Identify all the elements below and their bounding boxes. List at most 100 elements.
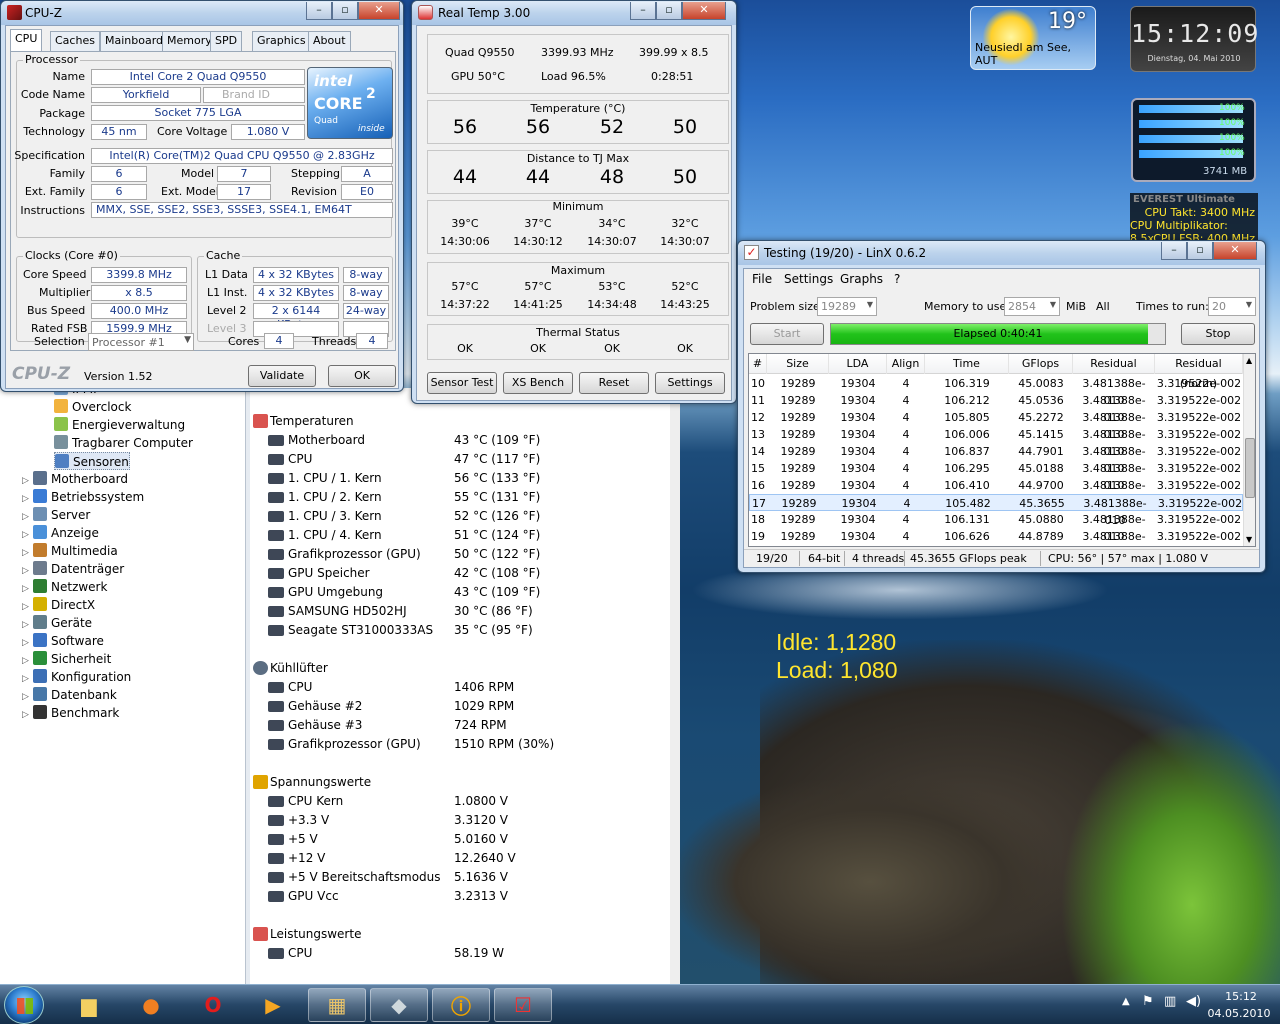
tab-mainboard[interactable]: Mainboard: [100, 31, 169, 51]
scroll-thumb[interactable]: [1245, 438, 1255, 498]
maximize-button[interactable]: ▫: [1187, 242, 1213, 260]
sensor-row[interactable]: 1. CPU / 2. Kern 55 °C (131 °F): [250, 488, 670, 507]
tree-item-multimedia[interactable]: ▷ Multimedia: [22, 542, 118, 560]
table-row[interactable]: 12 19289 19304 4 105.805 45.2272 3.481388e-010…: [749, 409, 1243, 441]
sensor-row[interactable]: CPU 1406 RPM: [250, 678, 670, 697]
tree-item-sensoren[interactable]: Sensoren: [54, 452, 130, 470]
ok-button[interactable]: OK: [328, 365, 396, 387]
tray-arrow-icon[interactable]: ▲: [1122, 996, 1130, 1007]
table-row[interactable]: 17 19289 19304 4 105.482 45.3655 3.481388e-010…: [749, 494, 1243, 527]
tree-item-konfiguration[interactable]: ▷ Konfiguration: [22, 668, 131, 686]
tree-item-overclock[interactable]: Overclock: [54, 398, 131, 416]
linx-titlebar[interactable]: ✓ Testing (19/20) - LinX 0.6.2 – ▫ ✕: [738, 241, 1265, 265]
start-orb[interactable]: [4, 986, 44, 1024]
problem-size-combo[interactable]: 19289 ▼: [817, 297, 877, 316]
tree-item-datenbank[interactable]: ▷ Datenbank: [22, 686, 117, 704]
times-to-run-combo[interactable]: 20 ▼: [1208, 297, 1256, 316]
settings-button[interactable]: Settings: [655, 372, 725, 394]
table-row[interactable]: 11 19289 19304 4 106.212 45.0536 3.481388e-010…: [749, 392, 1243, 424]
minimize-button[interactable]: –: [306, 2, 332, 20]
xs-bench-button[interactable]: XS Bench: [503, 372, 573, 394]
cpu-meter-gadget[interactable]: 100% 100% 100% 100% 3741 MB: [1131, 98, 1256, 182]
tray-time[interactable]: 15:12: [1212, 990, 1270, 1003]
tree-item-ger-te[interactable]: ▷ Geräte: [22, 614, 92, 632]
realtemp-titlebar[interactable]: Real Temp 3.00 – ▫ ✕: [412, 1, 736, 25]
everest-scrollbar[interactable]: [670, 388, 680, 984]
tree-item-motherboard[interactable]: ▷ Motherboard: [22, 470, 128, 488]
expand-arrow-icon[interactable]: ▷: [22, 706, 30, 724]
sensor-row[interactable]: CPU Kern 1.0800 V: [250, 792, 670, 811]
column-header[interactable]: Size: [767, 354, 829, 374]
tab-spd[interactable]: SPD: [210, 31, 243, 51]
taskbar-info[interactable]: ⓘ: [432, 988, 490, 1022]
stop-button[interactable]: Stop: [1181, 323, 1255, 345]
column-header[interactable]: LDA: [829, 354, 887, 374]
tree-item-datentr-ger[interactable]: ▷ Datenträger: [22, 560, 124, 578]
validate-button[interactable]: Validate: [248, 365, 316, 387]
sensor-row[interactable]: Grafikprozessor (GPU) 1510 RPM (30%): [250, 735, 670, 754]
weather-gadget[interactable]: 19° Neusiedl am See, AUT: [970, 6, 1096, 70]
column-header[interactable]: GFlops: [1009, 354, 1073, 374]
sensor-row[interactable]: 1. CPU / 4. Kern 51 °C (124 °F): [250, 526, 670, 545]
tree-item-directx[interactable]: ▷ DirectX: [22, 596, 95, 614]
maximize-button[interactable]: ▫: [332, 2, 358, 20]
column-header[interactable]: Align: [887, 354, 925, 374]
memory-combo[interactable]: 2854 ▼: [1004, 297, 1060, 316]
sensor-row[interactable]: Gehäuse #2 1029 RPM: [250, 697, 670, 716]
maximize-button[interactable]: ▫: [656, 2, 682, 20]
sensor-row[interactable]: CPU 58.19 W: [250, 944, 670, 963]
table-row[interactable]: 19 19289 19304 4 106.626 44.8789 3.481388e-010…: [749, 528, 1243, 545]
start-button[interactable]: Start: [750, 323, 824, 345]
table-row[interactable]: 13 19289 19304 4 106.006 45.1415 3.481388e-010…: [749, 426, 1243, 458]
tray-flag-icon[interactable]: ⚑: [1142, 994, 1154, 1009]
tree-item-anzeige[interactable]: ▷ Anzeige: [22, 524, 99, 542]
clock-gadget[interactable]: 15:12:09 Dienstag, 04. Mai 2010: [1130, 6, 1258, 72]
scroll-up-icon[interactable]: ▲: [1246, 356, 1252, 365]
sensor-test-button[interactable]: Sensor Test: [427, 372, 497, 394]
column-header[interactable]: Residual (norm): [1155, 354, 1243, 390]
sensor-row[interactable]: GPU Umgebung 43 °C (109 °F): [250, 583, 670, 602]
tab-about[interactable]: About: [308, 31, 351, 51]
tab-cpu[interactable]: CPU: [10, 29, 43, 51]
tree-item-sicherheit[interactable]: ▷ Sicherheit: [22, 650, 111, 668]
column-header[interactable]: Residual: [1073, 354, 1155, 374]
sensor-row[interactable]: SAMSUNG HD502HJ 30 °C (86 °F): [250, 602, 670, 621]
table-row[interactable]: 18 19289 19304 4 106.131 45.0880 3.481388e-010…: [749, 511, 1243, 543]
tab-graphics[interactable]: Graphics: [252, 31, 311, 51]
tray-network-icon[interactable]: ▥: [1164, 994, 1176, 1009]
table-row[interactable]: 1619289193044106.41044.97003.481388e-010…: [749, 477, 1243, 509]
menu-settings[interactable]: Settings: [784, 272, 833, 286]
tree-item-betriebssystem[interactable]: ▷ Betriebssystem: [22, 488, 144, 506]
taskbar-explorer[interactable]: ▆: [60, 988, 118, 1022]
table-row[interactable]: 14 19289 19304 4 106.837 44.7901 3.481388e-010…: [749, 443, 1243, 475]
sensor-row[interactable]: +12 V 12.2640 V: [250, 849, 670, 868]
taskbar-firefox[interactable]: ●: [122, 988, 180, 1022]
close-button[interactable]: ✕: [358, 2, 400, 20]
tab-caches[interactable]: Caches: [50, 31, 100, 51]
selection-dropdown[interactable]: Processor #1 ▼: [88, 333, 194, 351]
close-button[interactable]: ✕: [682, 2, 726, 20]
tree-item-energieverwaltung[interactable]: Energieverwaltung: [54, 416, 185, 434]
scroll-down-icon[interactable]: ▼: [1246, 535, 1252, 544]
sensor-row[interactable]: 1. CPU / 3. Kern 52 °C (126 °F): [250, 507, 670, 526]
taskbar-opera[interactable]: O: [184, 988, 242, 1022]
table-scrollbar[interactable]: ▲ ▼: [1243, 354, 1255, 546]
tree-item-server[interactable]: ▷ Server: [22, 506, 90, 524]
taskbar-cpuz[interactable]: ▦: [308, 988, 366, 1022]
sensor-row[interactable]: Grafikprozessor (GPU) 50 °C (122 °F): [250, 545, 670, 564]
minimize-button[interactable]: –: [630, 2, 656, 20]
sensor-row[interactable]: GPU Vcc 3.2313 V: [250, 887, 670, 906]
column-header[interactable]: #: [749, 354, 767, 374]
table-row[interactable]: 10 19289 19304 4 106.319 45.0083 3.481388e-010…: [749, 375, 1243, 407]
sensor-row[interactable]: Motherboard 43 °C (109 °F): [250, 431, 670, 450]
taskbar-everest[interactable]: ◆: [370, 988, 428, 1022]
sensor-row[interactable]: Seagate ST31000333AS 35 °C (95 °F): [250, 621, 670, 640]
tree-item-netzwerk[interactable]: ▷ Netzwerk: [22, 578, 107, 596]
tree-item-software[interactable]: ▷ Software: [22, 632, 104, 650]
all-checkbox-label[interactable]: All: [1096, 300, 1110, 313]
tray-date[interactable]: 04.05.2010: [1202, 1007, 1276, 1020]
menu-help[interactable]: ?: [894, 272, 900, 286]
table-row[interactable]: 15 19289 19304 4 106.295 45.0188 3.481388e-010…: [749, 460, 1243, 492]
sensor-row[interactable]: +3.3 V 3.3120 V: [250, 811, 670, 830]
sensor-row[interactable]: Gehäuse #3 724 RPM: [250, 716, 670, 735]
